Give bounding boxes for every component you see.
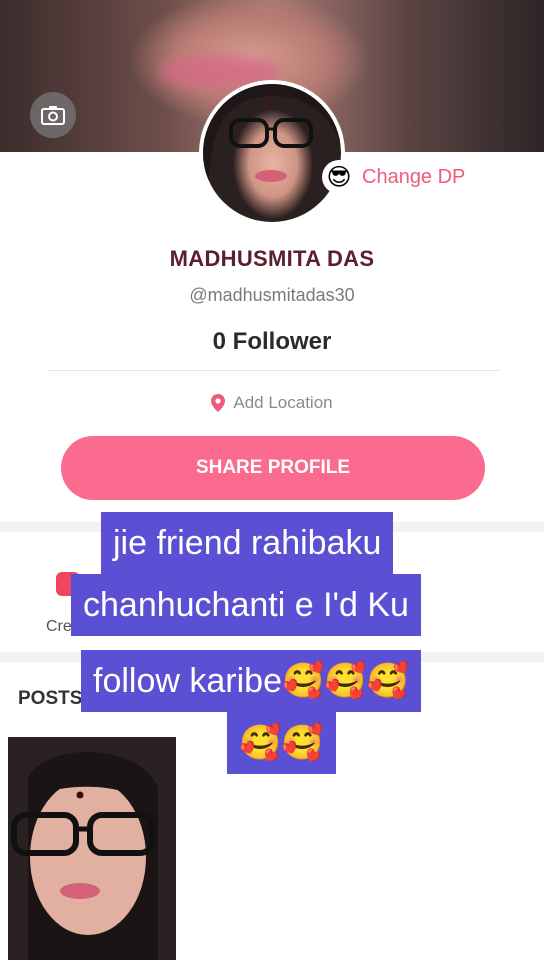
change-dp-button[interactable]: 😎 Change DP: [322, 160, 465, 194]
profile-name: MADHUSMITA DAS: [169, 246, 375, 271]
add-location-label: Add Location: [233, 393, 333, 412]
add-location-button[interactable]: Add Location: [0, 393, 544, 413]
change-cover-button[interactable]: [30, 92, 76, 138]
caption-line: jie friend rahibaku: [101, 512, 394, 574]
camera-icon: [41, 106, 65, 125]
profile-handle: @madhusmitadas30: [189, 285, 355, 305]
caption-line: follow karibe🥰🥰🥰: [81, 650, 421, 712]
share-profile-button[interactable]: SHARE PROFILE: [61, 436, 485, 500]
location-pin-icon: [211, 394, 226, 412]
caption-line: 🥰🥰: [227, 712, 336, 774]
profile-avatar[interactable]: [199, 80, 345, 226]
sunglasses-emoji-icon: 😎: [322, 160, 356, 194]
post-thumbnail[interactable]: [8, 737, 176, 960]
caption-line: chanhuchanti e I'd Ku: [71, 574, 421, 636]
divider: [48, 370, 500, 371]
posts-tab-label[interactable]: POSTS: [18, 688, 82, 710]
follower-count[interactable]: 0 Follower: [0, 328, 544, 356]
avatar-image: [203, 84, 341, 222]
create-tab-label[interactable]: Cre: [46, 618, 72, 636]
change-dp-label: Change DP: [362, 165, 466, 188]
